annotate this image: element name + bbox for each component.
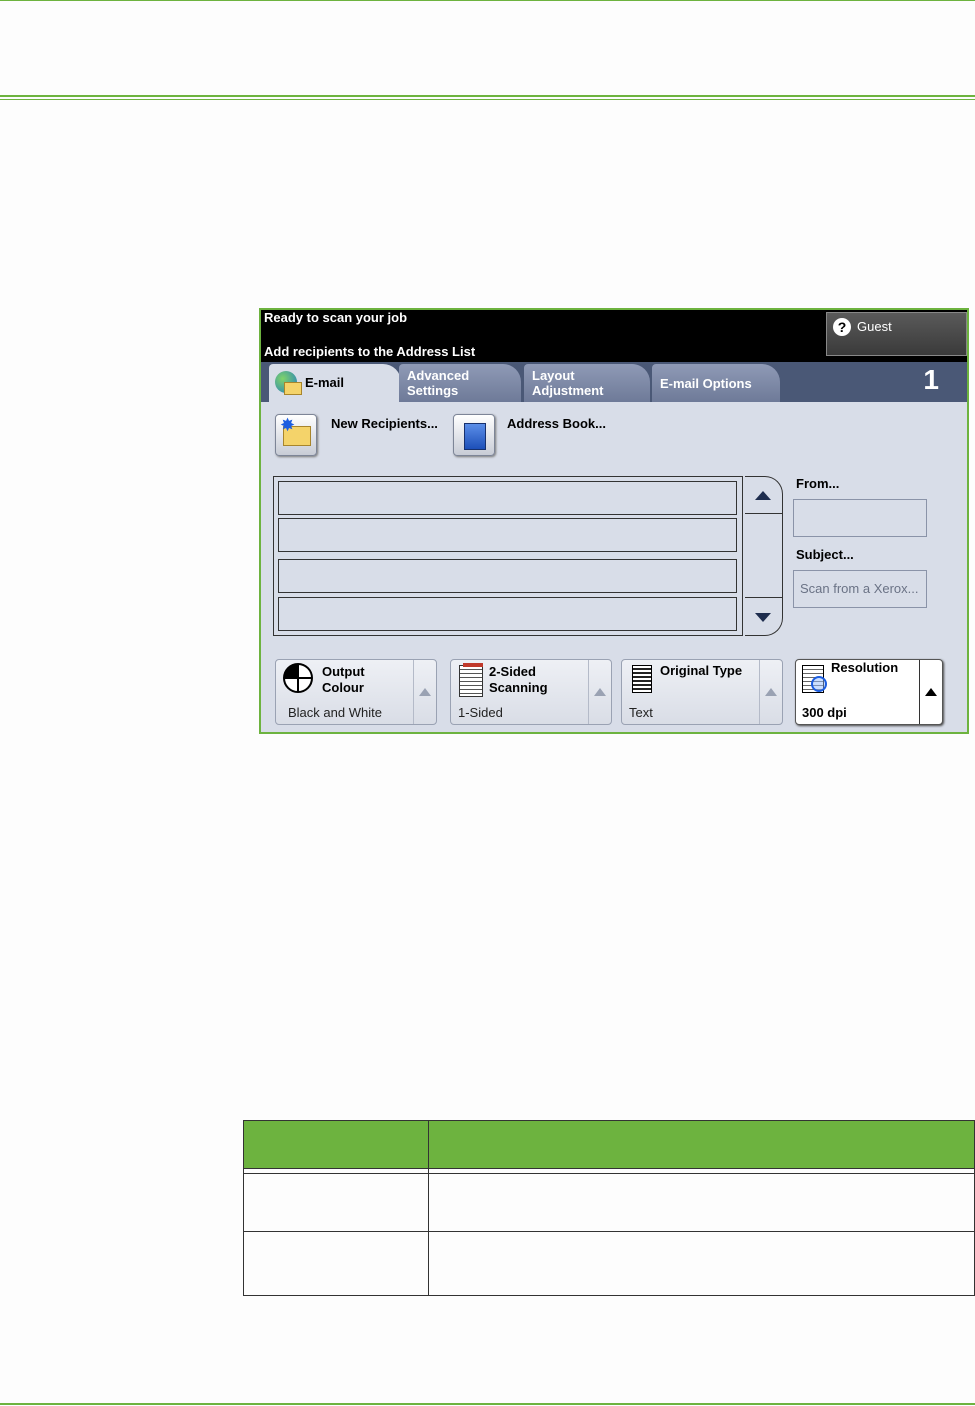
resolution-title: Resolution: [831, 660, 899, 675]
tab-email-label: E-mail: [305, 375, 345, 390]
original-type-button[interactable]: Original Type Text: [621, 659, 783, 725]
expand-arrow-icon: [765, 688, 777, 696]
tab-layout-line1: Layout: [532, 368, 575, 383]
tab-layout-line2: Adjustment: [532, 383, 604, 398]
two-sided-expand[interactable]: [588, 660, 611, 724]
two-sided-value: 1-Sided: [458, 705, 503, 720]
new-recipients-button[interactable]: [275, 414, 317, 456]
new-recipients-label[interactable]: New Recipients...: [331, 416, 438, 431]
from-label[interactable]: From...: [796, 476, 839, 491]
table-header-cell: [428, 1120, 975, 1169]
output-colour-button[interactable]: Output Colour Black and White: [275, 659, 437, 725]
tab-advanced-line1: Advanced: [407, 368, 470, 383]
table-cell: [243, 1231, 429, 1296]
recipient-row[interactable]: [278, 559, 737, 593]
recipient-scrollbar: [745, 476, 783, 636]
original-type-value: Text: [629, 705, 653, 720]
guest-label: Guest: [857, 319, 892, 334]
table-row: [243, 1231, 975, 1296]
subject-field[interactable]: Scan from a Xerox...: [793, 570, 927, 608]
subject-label[interactable]: Subject...: [796, 547, 854, 562]
new-envelope-icon: [280, 415, 311, 446]
two-sided-title2: Scanning: [489, 680, 548, 695]
table-header-cell: [243, 1120, 429, 1169]
guest-login-button[interactable]: ? Guest: [826, 312, 967, 356]
original-type-title: Original Type: [660, 663, 743, 678]
table-header-row: [243, 1120, 975, 1169]
scroll-up-arrow-icon[interactable]: [755, 491, 771, 500]
two-sided-document-icon: [459, 663, 483, 697]
expand-arrow-icon: [419, 688, 431, 696]
address-book-icon: [464, 423, 486, 450]
tab-email-options-label: E-mail Options: [660, 376, 752, 391]
tab-layout-adjustment[interactable]: Layout Adjustment: [524, 364, 650, 402]
resolution-value: 300 dpi: [802, 705, 847, 720]
table-cell: [428, 1173, 975, 1232]
tab-bar: E-mail Advanced Settings Layout Adjustme…: [261, 362, 967, 402]
tab-advanced-line2: Settings: [407, 383, 459, 398]
tab-email[interactable]: E-mail: [269, 364, 401, 402]
tab-email-options[interactable]: E-mail Options: [652, 364, 780, 402]
output-colour-value: Black and White: [288, 705, 382, 720]
options-table: [243, 1120, 975, 1296]
email-globe-icon: [275, 371, 302, 395]
page-top-rule: [0, 0, 975, 1]
table-cell: [428, 1231, 975, 1296]
from-field[interactable]: [793, 499, 927, 537]
original-type-expand[interactable]: [759, 660, 782, 724]
expand-arrow-icon: [925, 688, 937, 696]
two-sided-scanning-button[interactable]: 2-Sided Scanning 1-Sided: [450, 659, 612, 725]
tab-advanced-settings[interactable]: Advanced Settings: [399, 364, 521, 402]
address-book-button[interactable]: [453, 414, 495, 456]
status-message: Ready to scan your job: [264, 310, 408, 325]
address-book-label[interactable]: Address Book...: [507, 416, 606, 431]
recipient-row[interactable]: [278, 518, 737, 552]
output-colour-expand[interactable]: [413, 660, 436, 724]
magnifier-document-icon: [802, 665, 827, 693]
status-bar: Ready to scan your job Add recipients to…: [261, 310, 967, 362]
scroll-down-arrow-icon[interactable]: [755, 613, 771, 622]
text-document-icon: [632, 665, 652, 693]
help-question-icon: ?: [833, 318, 851, 336]
resolution-button[interactable]: Resolution 300 dpi: [795, 659, 943, 725]
recipient-row[interactable]: [278, 597, 737, 631]
output-colour-title1: Output: [322, 664, 365, 679]
recipient-row[interactable]: [278, 481, 737, 515]
colour-wheel-icon: [283, 663, 313, 693]
expand-arrow-icon: [594, 688, 606, 696]
output-colour-title2: Colour: [322, 680, 364, 695]
two-sided-title1: 2-Sided: [489, 664, 536, 679]
recipient-list: [273, 476, 743, 636]
header-double-rule: [0, 95, 975, 101]
job-count: 1: [923, 364, 939, 395]
status-instruction: Add recipients to the Address List: [264, 344, 476, 359]
page-bottom-rule: [0, 1403, 975, 1405]
table-cell: [243, 1173, 429, 1232]
device-screen: Ready to scan your job Add recipients to…: [259, 308, 969, 734]
resolution-expand[interactable]: [919, 660, 942, 724]
table-row: [243, 1173, 975, 1232]
